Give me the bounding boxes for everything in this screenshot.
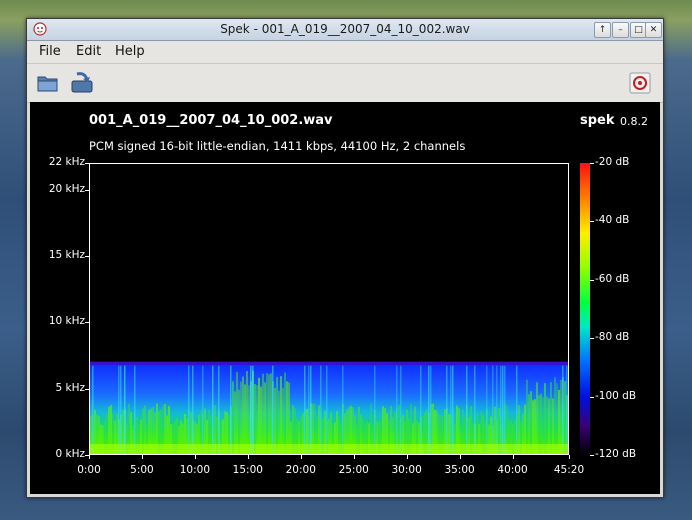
x-tick-label: 40:00: [497, 464, 528, 476]
toolbar: [27, 63, 663, 103]
x-tick-label: 0:00: [77, 464, 101, 476]
menu-edit[interactable]: Edit: [76, 44, 101, 59]
x-tick-label: 45:20: [553, 464, 585, 476]
shade-button[interactable]: ↑: [594, 22, 611, 38]
title-bar[interactable]: Spek - 001_A_019__2007_04_10_002.wav ↑ –…: [27, 19, 663, 41]
colorbar-tick-label: -80 dB: [595, 331, 630, 344]
y-tick-mark: [85, 389, 89, 390]
y-tick-label: 15 kHz: [48, 248, 85, 261]
colorbar-tick-mark: [590, 280, 594, 281]
colorbar-tick-mark: [590, 338, 594, 339]
open-folder-icon[interactable]: [35, 70, 61, 96]
spek-window: Spek - 001_A_019__2007_04_10_002.wav ↑ –…: [26, 18, 664, 498]
close-button[interactable]: ✕: [645, 22, 662, 38]
spectrogram-canvas[interactable]: 001_A_019__2007_04_10_002.wav PCM signed…: [30, 102, 660, 494]
colorbar-tick-label: -20 dB: [595, 156, 630, 168]
y-tick-mark: [85, 256, 89, 257]
menu-help[interactable]: Help: [115, 44, 145, 59]
spectrogram-plot[interactable]: [89, 163, 569, 455]
y-tick-label: 20 kHz: [48, 182, 85, 195]
x-tick-mark: [89, 455, 90, 459]
x-tick-label: 35:00: [444, 464, 475, 476]
x-tick-mark: [248, 455, 249, 459]
x-tick-mark: [513, 455, 514, 459]
x-tick-mark: [460, 455, 461, 459]
colorbar-tick-label: -60 dB: [595, 272, 630, 285]
stream-info-label: PCM signed 16-bit little-endian, 1411 kb…: [89, 139, 466, 153]
preferences-icon[interactable]: [629, 72, 651, 94]
colorbar-tick-mark: [590, 397, 594, 398]
version-label: 0.8.2: [620, 115, 648, 128]
colorbar-tick-label: -100 dB: [595, 389, 637, 402]
x-tick-mark: [354, 455, 355, 459]
y-tick-mark: [85, 163, 89, 164]
x-tick-label: 10:00: [179, 464, 210, 476]
x-tick-label: 20:00: [285, 464, 316, 476]
y-tick-label: 0 kHz: [55, 448, 85, 460]
x-tick-mark: [195, 455, 196, 459]
x-tick-label: 30:00: [391, 464, 422, 476]
colorbar-tick-mark: [590, 221, 594, 222]
y-tick-label: 5 kHz: [55, 381, 85, 394]
x-tick-mark: [569, 455, 570, 459]
save-export-icon[interactable]: [69, 70, 95, 96]
x-tick-mark: [407, 455, 408, 459]
colorbar-tick-mark: [590, 163, 594, 164]
brand-label: spek: [580, 113, 615, 128]
minimize-button[interactable]: –: [612, 22, 629, 38]
colorbar-tick-label: -40 dB: [595, 214, 630, 227]
x-tick-mark: [301, 455, 302, 459]
colorbar: [580, 163, 590, 455]
x-tick-label: 15:00: [232, 464, 263, 476]
y-tick-label: 22 kHz: [48, 156, 85, 168]
colorbar-tick-mark: [590, 455, 594, 456]
y-tick-label: 10 kHz: [48, 315, 85, 328]
colorbar-tick-label: -120 dB: [595, 448, 637, 460]
spectrogram-image: [90, 361, 568, 454]
x-tick-label: 5:00: [130, 464, 154, 476]
menu-bar: File Edit Help: [27, 41, 663, 63]
window-title: Spek - 001_A_019__2007_04_10_002.wav: [220, 22, 470, 36]
file-name-label: 001_A_019__2007_04_10_002.wav: [89, 113, 333, 128]
menu-file[interactable]: File: [39, 44, 61, 59]
x-tick-mark: [142, 455, 143, 459]
y-tick-mark: [85, 190, 89, 191]
x-tick-label: 25:00: [338, 464, 369, 476]
y-tick-mark: [85, 322, 89, 323]
